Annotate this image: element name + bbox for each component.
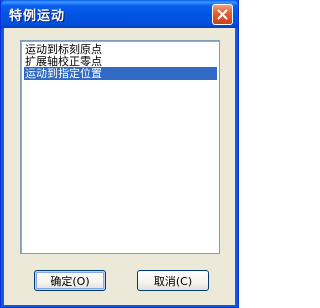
close-icon	[217, 9, 228, 20]
close-button[interactable]	[212, 4, 233, 25]
list-item-position[interactable]: 运动到指定位置	[24, 67, 217, 80]
dialog-title: 特例运动	[9, 9, 66, 24]
dialog-window: 特例运动 运动到标刻原点 扩展轴校正零点 运动到指定位置 确定(O) 取消(C)	[0, 0, 239, 308]
ok-button[interactable]: 确定(O)	[34, 270, 106, 291]
motion-listbox[interactable]: 运动到标刻原点 扩展轴校正零点 运动到指定位置	[20, 40, 220, 254]
title-bar[interactable]: 特例运动	[1, 0, 238, 28]
cancel-button[interactable]: 取消(C)	[137, 270, 209, 291]
dialog-body: 运动到标刻原点 扩展轴校正零点 运动到指定位置 确定(O) 取消(C)	[4, 28, 235, 305]
